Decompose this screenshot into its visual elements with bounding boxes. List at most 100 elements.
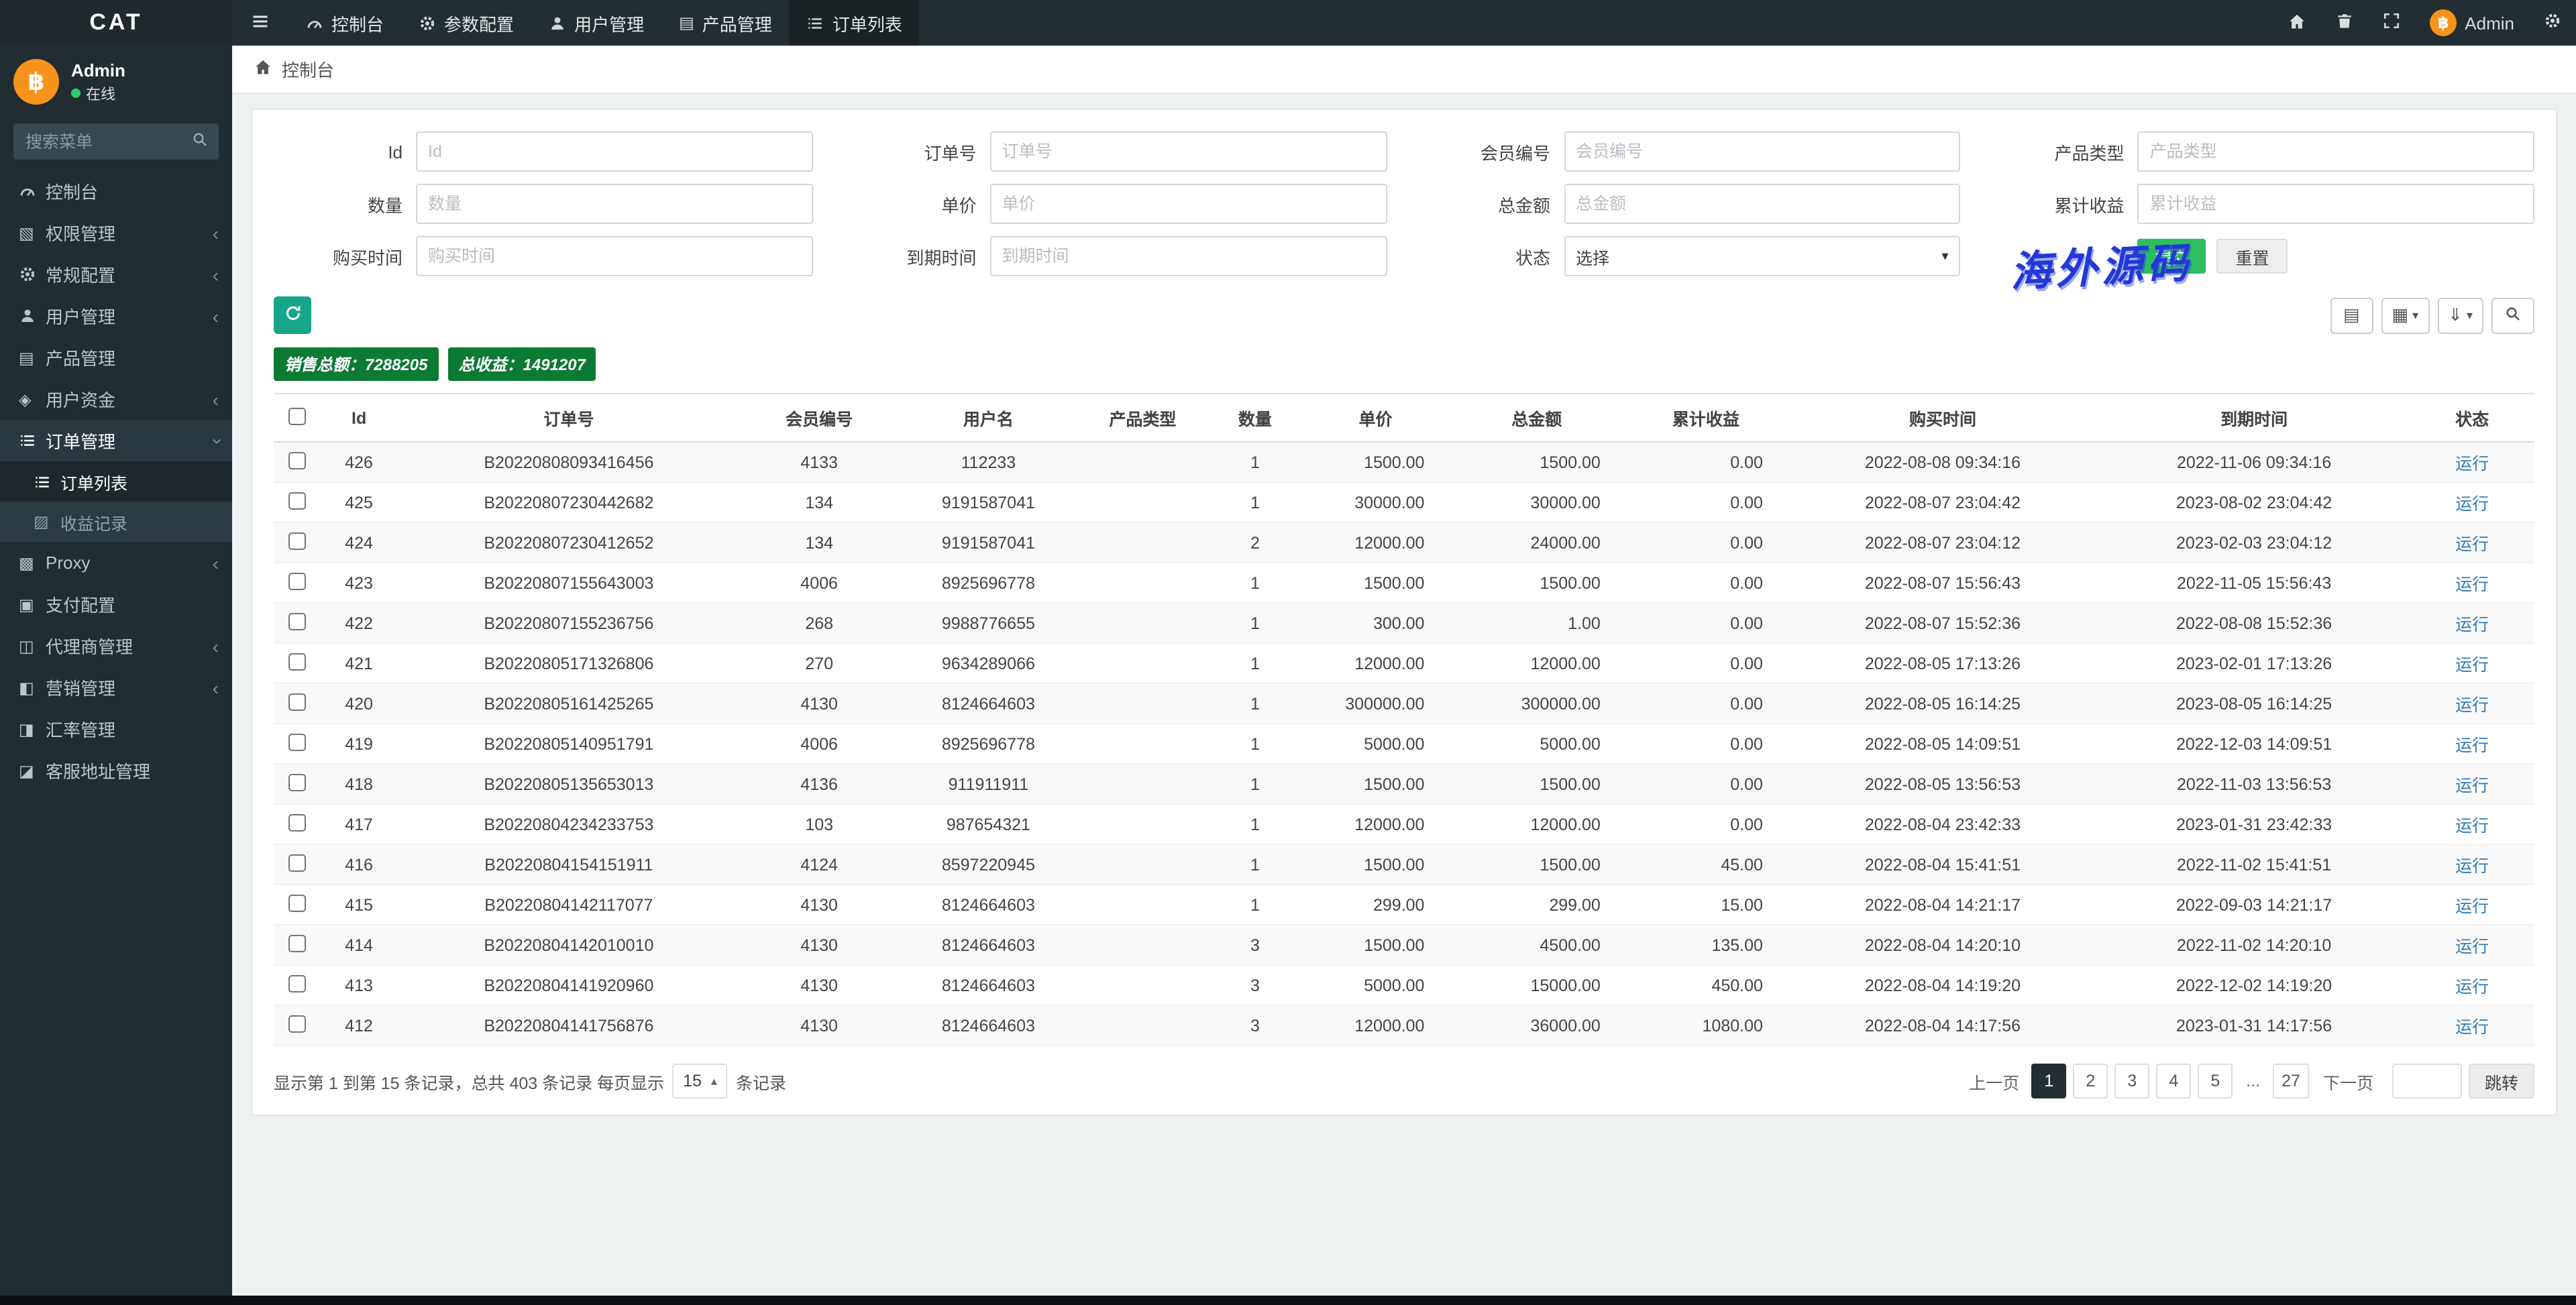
filter-input-product-type[interactable] (2137, 131, 2534, 172)
filter-input-buy-time[interactable] (416, 236, 813, 276)
per-page-select[interactable]: 15 ▴ (672, 1064, 728, 1098)
jump-page-input[interactable] (2392, 1064, 2462, 1098)
tab-params-config[interactable]: 参数配置 (401, 0, 531, 46)
sidebar-item-user-funds[interactable]: ◈ 用户资金 ‹ (0, 378, 232, 420)
cell[interactable]: 运行 (2410, 965, 2534, 1006)
row-checkbox[interactable] (288, 854, 306, 871)
cell[interactable]: 运行 (2410, 764, 2534, 805)
export-button[interactable]: ⇓ ▾ (2437, 297, 2483, 333)
sidebar-item-agent-management[interactable]: ◫ 代理商管理 ‹ (0, 625, 232, 667)
cell[interactable]: 运行 (2410, 522, 2534, 563)
status-select[interactable]: 选择 ▾ (1564, 236, 1961, 276)
row-checkbox[interactable] (288, 451, 306, 469)
cell: 1500.00 (1448, 844, 1625, 885)
row-checkbox[interactable] (288, 894, 306, 911)
row-checkbox[interactable] (288, 934, 306, 952)
sidebar-item-product-management[interactable]: ▤ 产品管理 (0, 337, 232, 378)
sidebar: ฿ Admin 在线 控制台 ▧ 权限管理 ‹ 常规配置 ‹ 用户管理 ‹ ▤ 产品管理 ◈ 用户资金… (0, 46, 232, 1296)
menu-toggle-button[interactable] (232, 0, 288, 46)
tab-dashboard[interactable]: 控制台 (288, 0, 401, 46)
header-row: Id 订单号 会员编号 用户名 产品类型 数量 单价 总金额 累计收益 购买时间 到期时间 状态 (274, 393, 2534, 443)
user-menu[interactable]: ฿ Admin (2415, 0, 2529, 46)
sidebar-search-input[interactable] (13, 123, 181, 160)
row-checkbox[interactable] (288, 974, 306, 992)
tab-order-list[interactable]: 订单列表 (789, 0, 920, 46)
sidebar-item-service-address[interactable]: ◪ 客服地址管理 (0, 750, 232, 791)
row-checkbox[interactable] (288, 652, 306, 670)
filter-input-unit-price[interactable] (989, 184, 1387, 224)
sidebar-search-button[interactable] (181, 123, 219, 160)
cell: B20220804234233753 (398, 804, 740, 845)
settings-button[interactable] (2529, 0, 2576, 46)
cell[interactable]: 运行 (2410, 643, 2534, 684)
search-toggle-button[interactable] (2491, 297, 2534, 333)
cell[interactable]: 运行 (2410, 563, 2534, 604)
cell: 135.00 (1624, 925, 1787, 966)
cell[interactable]: 运行 (2410, 603, 2534, 644)
filter-input-member-no[interactable] (1564, 131, 1961, 172)
sidebar-subitem-order-list[interactable]: 订单列表 (0, 461, 232, 502)
row-checkbox[interactable] (288, 693, 306, 710)
sidebar-item-dashboard[interactable]: 控制台 (0, 170, 232, 212)
row-checkbox[interactable] (288, 572, 306, 589)
tab-product-management[interactable]: ▤ 产品管理 (661, 0, 790, 46)
fullscreen-button[interactable] (2368, 0, 2415, 46)
sidebar-item-marketing[interactable]: ◧ 营销管理 ‹ (0, 667, 232, 708)
row-checkbox[interactable] (288, 532, 306, 549)
cell[interactable]: 运行 (2410, 724, 2534, 764)
row-checkbox[interactable] (288, 773, 306, 791)
filter-input-total-profit[interactable] (2137, 184, 2534, 224)
sidebar-item-exchange-rate[interactable]: ◨ 汇率管理 (0, 708, 232, 750)
filter-input-order-no[interactable] (989, 131, 1387, 172)
next-page-button[interactable]: 下一页 (2318, 1068, 2379, 1094)
detail-view-button[interactable]: ▤ (2330, 297, 2373, 333)
page-button-27[interactable]: 27 (2272, 1064, 2310, 1098)
content: Id订单号会员编号产品类型数量单价总金额累计收益购买时间到期时间状态选择▾提交重… (232, 94, 2576, 1131)
columns-button[interactable]: ▦ ▾ (2381, 297, 2430, 333)
cell: 2022-09-03 14:21:17 (2098, 885, 2410, 925)
sidebar-subitem-profit-records[interactable]: ▨ 收益记录 (0, 502, 232, 542)
cell[interactable]: 运行 (2410, 925, 2534, 966)
filter-field-quantity: 数量 (274, 184, 813, 224)
filter-input-quantity[interactable] (416, 184, 813, 224)
sidebar-item-proxy[interactable]: ▩ Proxy ‹ (0, 542, 232, 583)
page-button-4[interactable]: 4 (2156, 1064, 2192, 1098)
prev-page-button[interactable]: 上一页 (1964, 1068, 2025, 1094)
filter-input-expire-time[interactable] (989, 236, 1387, 276)
submit-button[interactable]: 提交 (2137, 239, 2206, 274)
cell: 421 (319, 643, 398, 684)
refresh-button[interactable] (274, 296, 311, 334)
row-checkbox[interactable] (288, 492, 306, 509)
tab-user-management[interactable]: 用户管理 (531, 0, 661, 46)
cell[interactable]: 运行 (2410, 482, 2534, 523)
cell[interactable]: 运行 (2410, 1005, 2534, 1046)
filter-input-id[interactable] (416, 131, 813, 172)
sidebar-item-order-management[interactable]: 订单管理 ‹ (0, 420, 232, 461)
cell: 2022-11-06 09:34:16 (2098, 442, 2410, 483)
sidebar-item-permission[interactable]: ▧ 权限管理 ‹ (0, 212, 232, 253)
cell[interactable]: 运行 (2410, 683, 2534, 724)
cell[interactable]: 运行 (2410, 442, 2534, 483)
cell[interactable]: 运行 (2410, 844, 2534, 885)
jump-button[interactable]: 跳转 (2468, 1064, 2534, 1098)
row-checkbox[interactable] (288, 1015, 306, 1032)
row-checkbox[interactable] (288, 733, 306, 750)
home-button[interactable] (2273, 0, 2321, 46)
sidebar-item-user-management[interactable]: 用户管理 ‹ (0, 295, 232, 337)
trash-button[interactable] (2321, 0, 2368, 46)
sidebar-subitem-label: 订单列表 (60, 474, 128, 493)
sidebar-item-payment-config[interactable]: ▣ 支付配置 (0, 583, 232, 625)
row-checkbox[interactable] (288, 612, 306, 630)
filter-input-total-amount[interactable] (1564, 184, 1961, 224)
row-checkbox[interactable] (288, 813, 306, 831)
page-button-2[interactable]: 2 (2073, 1064, 2108, 1098)
reset-button[interactable]: 重置 (2216, 239, 2288, 274)
app-logo[interactable]: CAT (0, 0, 232, 46)
select-all-checkbox[interactable] (288, 407, 306, 424)
page-button-1[interactable]: 1 (2031, 1064, 2067, 1098)
sidebar-item-general-config[interactable]: 常规配置 ‹ (0, 253, 232, 295)
cell[interactable]: 运行 (2410, 804, 2534, 845)
cell[interactable]: 运行 (2410, 885, 2534, 925)
page-button-3[interactable]: 3 (2114, 1064, 2150, 1098)
page-button-5[interactable]: 5 (2198, 1064, 2233, 1098)
